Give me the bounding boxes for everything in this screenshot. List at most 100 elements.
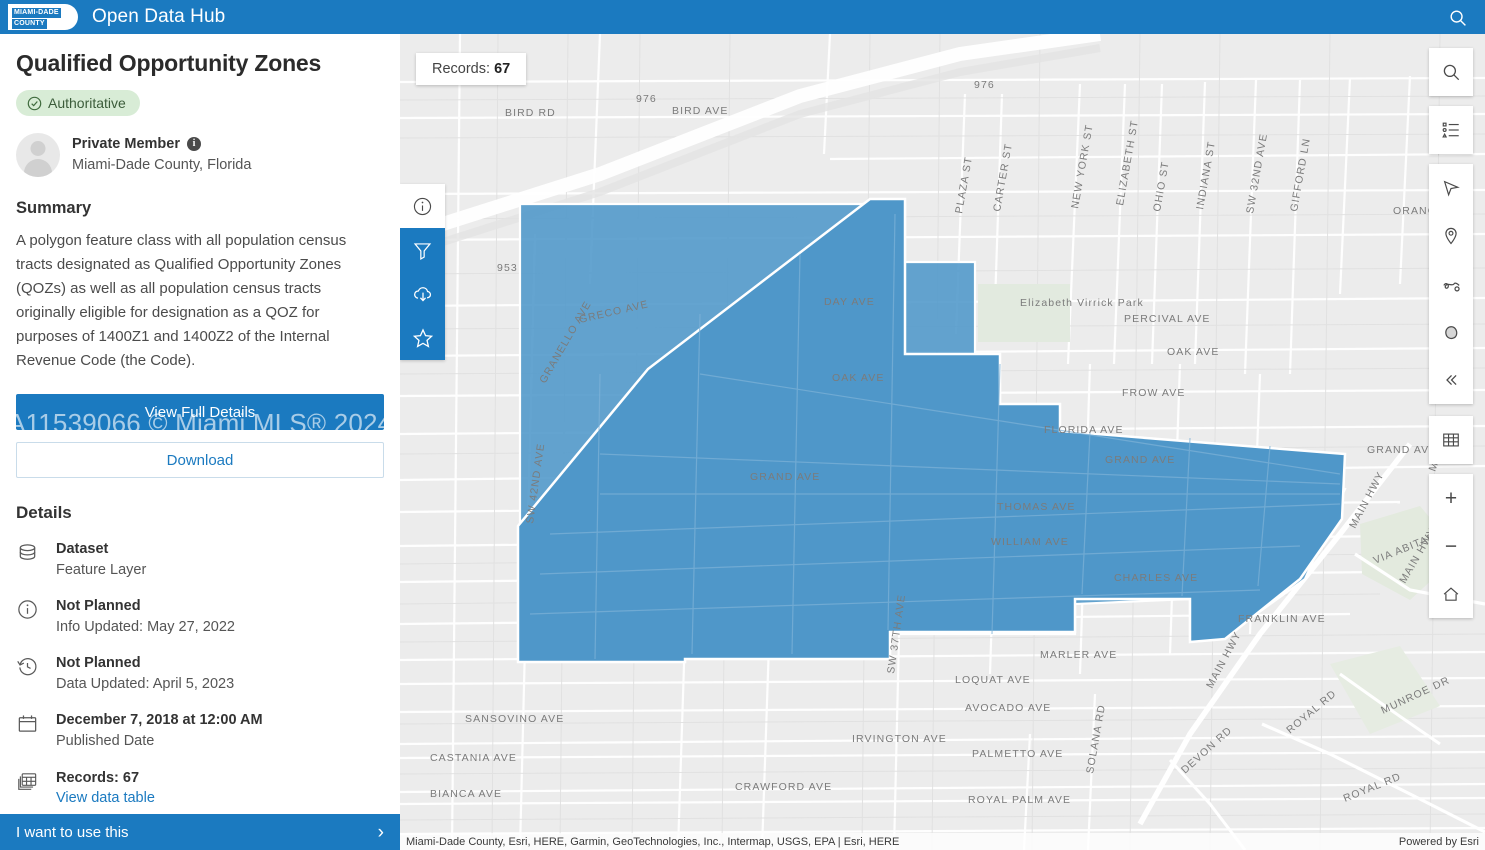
search-icon[interactable]: [1429, 48, 1473, 96]
records-chip-count: 67: [494, 61, 511, 77]
chevron-right-icon: ›: [377, 821, 384, 843]
owner-block: Private Member i Miami-Dade County, Flor…: [16, 133, 384, 177]
home-icon[interactable]: [1429, 570, 1473, 618]
map-legend-toolbar: [1429, 106, 1473, 154]
map-label: OAK AVE: [832, 372, 884, 384]
map-table-toolbar: [1429, 416, 1473, 464]
map-attribution: Miami-Dade County, Esri, HERE, Garmin, G…: [400, 833, 1485, 850]
detail-main: Not Planned: [56, 598, 141, 615]
detail-sub: Published Date: [56, 733, 155, 750]
summary-heading: Summary: [16, 199, 92, 217]
cursor-arrow-icon[interactable]: [1429, 164, 1473, 212]
avatar: [16, 133, 60, 177]
map-label: IRVINGTON AVE: [852, 733, 947, 745]
i-want-to-use-this-bar[interactable]: I want to use this ›: [0, 814, 400, 850]
map-label: 976: [636, 93, 657, 105]
summary-text: A polygon feature class with all populat…: [16, 232, 347, 369]
view-full-details-button[interactable]: View Full Details: [16, 394, 384, 430]
detail-row: Records: 67 View data table: [16, 768, 384, 809]
owner-name: Private Member: [72, 135, 180, 152]
map-label: Elizabeth Virrick Park: [1020, 297, 1144, 309]
zoom-in-icon[interactable]: +: [1429, 474, 1473, 522]
map-tools-toolbar: [1429, 164, 1473, 404]
info-circle-icon: [16, 596, 42, 622]
database-icon: [16, 539, 42, 565]
info-icon[interactable]: i: [187, 137, 201, 152]
detail-main: Dataset: [56, 541, 109, 557]
map-label: ROYAL PALM AVE: [968, 794, 1071, 806]
map-label: THOMAS AVE: [997, 501, 1076, 513]
search-icon[interactable]: [1449, 9, 1467, 27]
collapse-left-icon[interactable]: [1429, 356, 1473, 404]
page-title: Qualified Opportunity Zones: [16, 50, 322, 76]
powered-by-esri: Powered by Esri: [1398, 835, 1479, 848]
map-label: FRANKLIN AVE: [1238, 613, 1326, 625]
records-chip-prefix: Records:: [432, 61, 495, 77]
map-canvas: BIRD RD BIRD AVE976976953PLAZA ST CARTER S…: [400, 34, 1485, 850]
history-clock-icon: [16, 653, 42, 679]
map-label: OAK AVE: [1167, 346, 1219, 358]
map-label: WILLIAM AVE: [991, 536, 1069, 548]
check-circle-icon: [27, 96, 42, 111]
cloud-download-icon[interactable]: [400, 272, 445, 316]
detail-sub: Info Updated: May 27, 2022: [56, 618, 235, 635]
map-label: CHARLES AVE: [1114, 572, 1198, 584]
map-pin-icon[interactable]: [1429, 212, 1473, 260]
logo-text-line1: MIAMI-DADE: [12, 8, 61, 18]
detail-main: December 7, 2018 at 12:00 AM: [56, 712, 263, 729]
detail-row: Not Planned Info Updated: May 27, 2022: [16, 596, 384, 637]
calendar-icon: [16, 710, 42, 736]
map-label: SANSOVINO AVE: [465, 713, 564, 725]
park-elizabeth-virrick: [978, 284, 1070, 342]
details-heading: Details: [16, 503, 72, 522]
map-label: BIANCA AVE: [430, 788, 502, 800]
map-label: 976: [974, 79, 995, 91]
legend-list-icon[interactable]: [1429, 106, 1473, 154]
detail-main: Records: 67: [56, 769, 140, 786]
use-bar-label: I want to use this: [16, 823, 129, 841]
records-chip: Records: 67: [416, 53, 527, 85]
view-data-table-link[interactable]: View data table: [56, 788, 155, 809]
map-label: PERCIVAL AVE: [1124, 313, 1211, 325]
map-viewport[interactable]: BIRD RD BIRD AVE 976 976 953 PLAZA ST CARTER S…: [400, 34, 1485, 850]
map-label: DAY AVE: [824, 296, 875, 308]
map-label: 953: [497, 262, 518, 274]
app-header: MIAMI-DADE COUNTY Open Data Hub: [0, 0, 1485, 34]
map-label: PALMETTO AVE: [972, 748, 1063, 760]
detail-row: Dataset Feature Layer: [16, 539, 384, 580]
map-label: LOQUAT AVE: [955, 674, 1031, 686]
miami-dade-logo[interactable]: MIAMI-DADE COUNTY: [8, 4, 78, 30]
map-label: GRAND AVE: [1105, 454, 1175, 466]
map-label: AVOCADO AVE: [965, 702, 1051, 714]
detail-sub: Feature Layer: [56, 561, 147, 578]
map-label: GRAND AVE: [1367, 444, 1437, 456]
table-stack-icon: [16, 768, 42, 794]
detail-row: December 7, 2018 at 12:00 AM Published D…: [16, 710, 384, 751]
download-button[interactable]: Download: [16, 442, 384, 478]
map-label: BIRD AVE: [672, 105, 728, 117]
detail-row: Not Planned Data Updated: April 5, 2023: [16, 653, 384, 694]
open-data-hub-page: MIAMI-DADE COUNTY Open Data Hub Qualifie…: [0, 0, 1485, 850]
app-title: Open Data Hub: [92, 6, 226, 27]
map-label: CASTANIA AVE: [430, 752, 517, 764]
attribute-table-icon[interactable]: [1429, 416, 1473, 464]
map-label: CRAWFORD AVE: [735, 781, 832, 793]
zoom-in-label: +: [1444, 486, 1458, 510]
map-label: MARLER AVE: [1040, 649, 1117, 661]
zoom-out-label: −: [1444, 534, 1458, 558]
zoom-out-icon[interactable]: −: [1429, 522, 1473, 570]
star-icon[interactable]: [400, 316, 445, 360]
detail-sub: Data Updated: April 5, 2023: [56, 675, 235, 692]
status-badge: Authoritative: [16, 90, 140, 116]
filter-icon[interactable]: [400, 228, 445, 272]
map-label: BIRD RD: [505, 107, 556, 119]
owner-organization: Miami-Dade County, Florida: [72, 157, 252, 173]
polygon-measure-icon[interactable]: [1429, 308, 1473, 356]
info-icon[interactable]: [400, 184, 445, 228]
map-label: FROW AVE: [1122, 387, 1185, 399]
status-badge-label: Authoritative: [48, 95, 126, 111]
map-zoom-toolbar: + −: [1429, 474, 1473, 618]
polyline-measure-icon[interactable]: [1429, 260, 1473, 308]
owner-name-row: Private Member i: [72, 134, 251, 155]
attribution-text: Miami-Dade County, Esri, HERE, Garmin, G…: [406, 835, 900, 848]
